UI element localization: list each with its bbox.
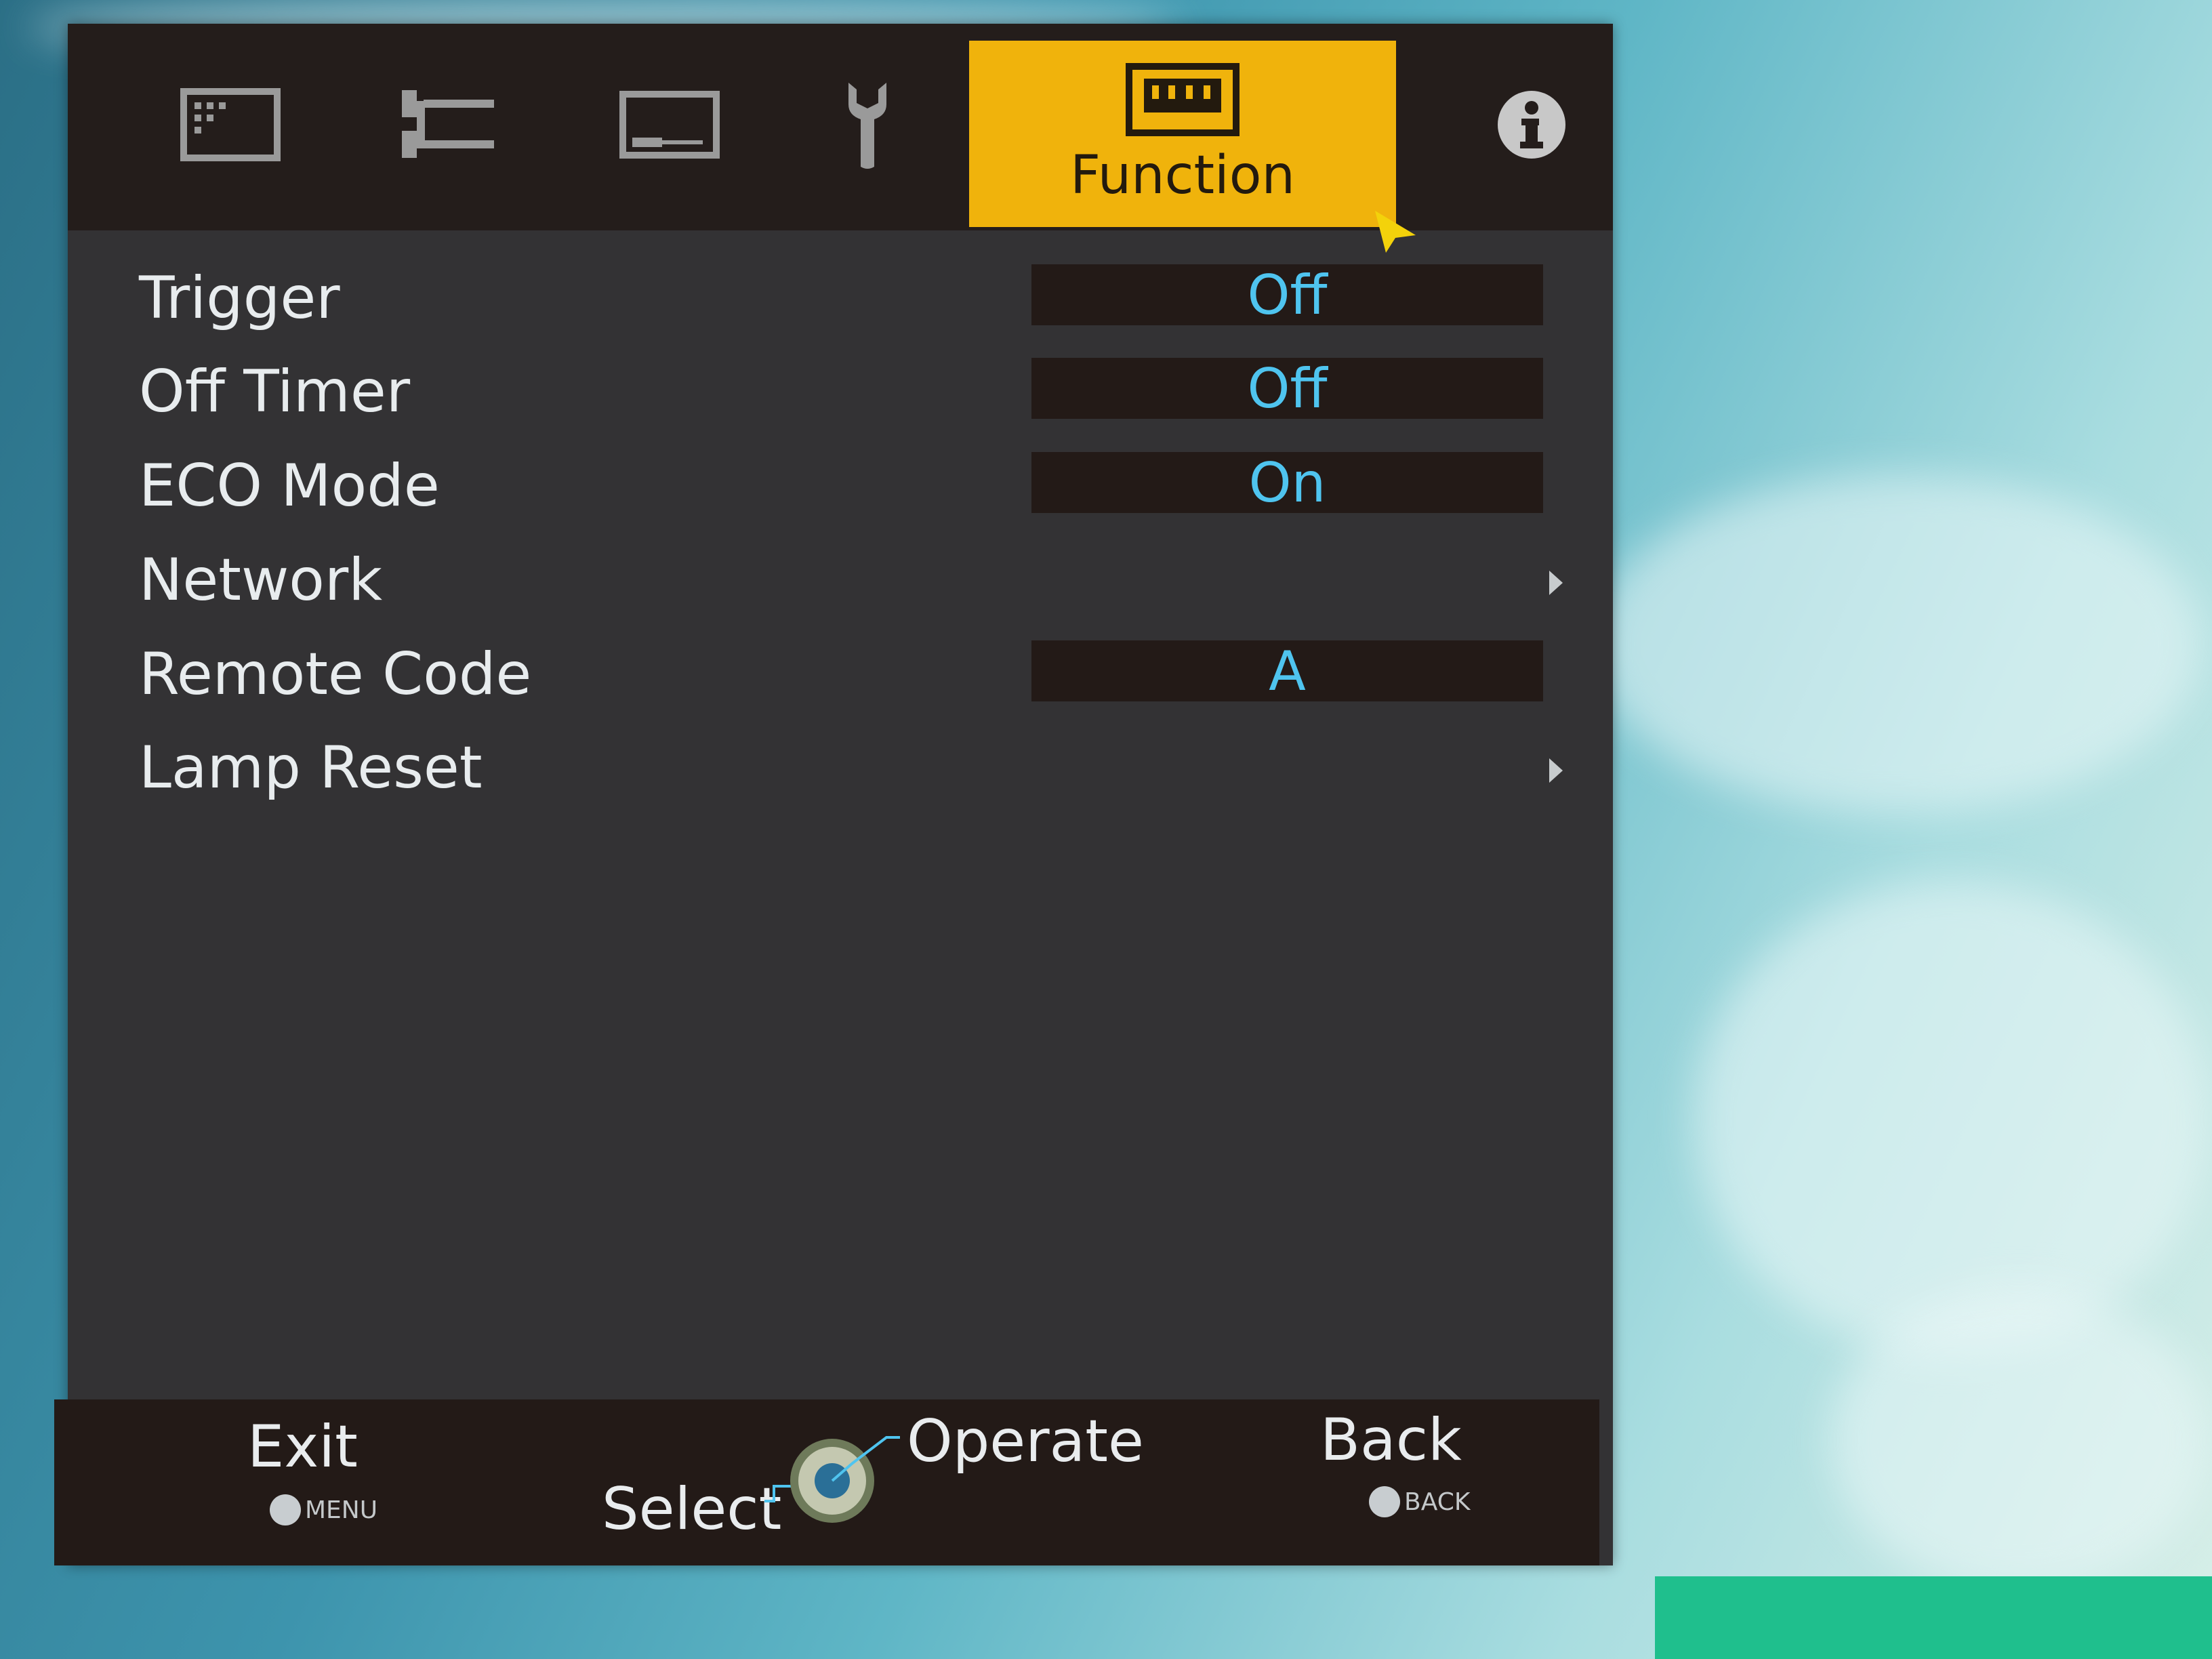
- eco-mode-value[interactable]: On: [1031, 451, 1543, 514]
- osd-menu-panel: Function Trigger Off Off Timer Off ECO M…: [54, 24, 1613, 1565]
- back-label: Back: [1320, 1406, 1462, 1474]
- tab-function-label: Function: [1070, 144, 1295, 206]
- back-key-hint: BACK: [1369, 1486, 1470, 1517]
- function-icon: [1126, 62, 1240, 136]
- green-strip: [1655, 1576, 2212, 1659]
- trigger-value[interactable]: Off: [1031, 264, 1543, 327]
- screen-icon: [619, 91, 720, 159]
- exit-label: Exit: [247, 1413, 358, 1481]
- input-settings-icon: [402, 90, 494, 158]
- back-button-icon: [1369, 1486, 1400, 1517]
- tab-setup[interactable]: [759, 37, 976, 220]
- menu-item-network[interactable]: Network: [68, 539, 1613, 621]
- menu-item-off-timer[interactable]: Off Timer Off: [68, 351, 1613, 432]
- tab-function[interactable]: Function: [969, 41, 1396, 227]
- info-icon: [1498, 91, 1565, 159]
- tab-input-settings[interactable]: [339, 37, 556, 220]
- tab-info[interactable]: [1423, 37, 1640, 220]
- menu-button-icon: [270, 1494, 301, 1525]
- select-label: Select: [602, 1475, 782, 1543]
- menu-item-remote-code[interactable]: Remote Code A: [68, 634, 1613, 715]
- tab-picture[interactable]: [122, 37, 339, 220]
- menu-item-lamp-reset[interactable]: Lamp Reset: [68, 727, 1613, 808]
- submenu-arrow-icon: [1549, 571, 1563, 595]
- submenu-arrow-icon: [1549, 758, 1563, 783]
- remote-code-value[interactable]: A: [1031, 640, 1543, 703]
- tab-screen[interactable]: [561, 37, 778, 220]
- wrench-icon: [848, 83, 886, 169]
- tab-bar: Function: [68, 24, 1613, 253]
- key-guide-bar: Exit MENU Select Operate Back BACK: [54, 1399, 1599, 1565]
- menu-item-eco-mode[interactable]: ECO Mode On: [68, 445, 1613, 527]
- off-timer-value[interactable]: Off: [1031, 357, 1543, 420]
- operate-label: Operate: [907, 1408, 1144, 1475]
- exit-key-hint: MENU: [270, 1494, 377, 1525]
- menu-item-trigger[interactable]: Trigger Off: [68, 258, 1613, 339]
- picture-icon: [180, 88, 281, 161]
- cursor-icon: [1375, 211, 1416, 253]
- dpad-icon: [764, 1436, 900, 1523]
